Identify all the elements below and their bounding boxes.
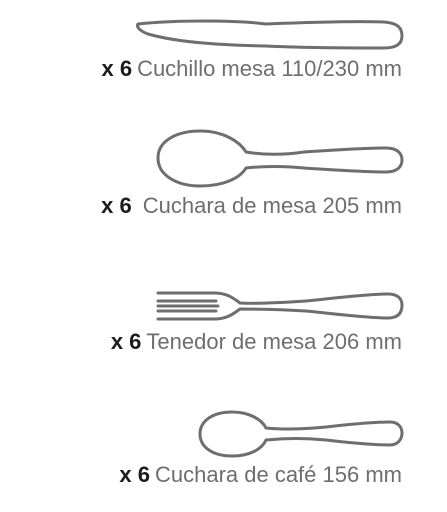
item-quantity: x 6 xyxy=(119,462,150,487)
item-caption: x 6 Tenedor de mesa 206 mm xyxy=(111,329,402,355)
item-caption: x 6 Cuchara de mesa 205 mm xyxy=(101,193,402,219)
item-name: Cuchara de café 156 mm xyxy=(154,462,402,487)
item-quantity: x 6 xyxy=(101,193,132,218)
item-caption: x 6 Cuchara de café 156 mm xyxy=(119,462,402,488)
item-caption: x 6 Cuchillo mesa 110/230 mm xyxy=(101,56,402,82)
item-name: Cuchara de mesa 205 mm xyxy=(142,193,402,218)
fork-icon xyxy=(156,291,404,321)
cutlery-item-knife: x 6 Cuchillo mesa 110/230 mm xyxy=(0,0,447,90)
cutlery-item-spoon: x 6 Cuchara de mesa 205 mm xyxy=(0,120,447,230)
item-quantity: x 6 xyxy=(101,56,133,81)
teaspoon-icon xyxy=(198,410,404,458)
cutlery-item-fork: x 6 Tenedor de mesa 206 mm xyxy=(0,280,447,370)
knife-icon xyxy=(136,19,404,50)
cutlery-item-teaspoon: x 6 Cuchara de café 156 mm xyxy=(0,400,447,500)
item-name: Cuchillo mesa 110/230 mm xyxy=(137,56,402,81)
spoon-icon xyxy=(156,129,404,188)
item-name: Tenedor de mesa 206 mm xyxy=(146,329,402,354)
item-quantity: x 6 xyxy=(110,329,142,354)
